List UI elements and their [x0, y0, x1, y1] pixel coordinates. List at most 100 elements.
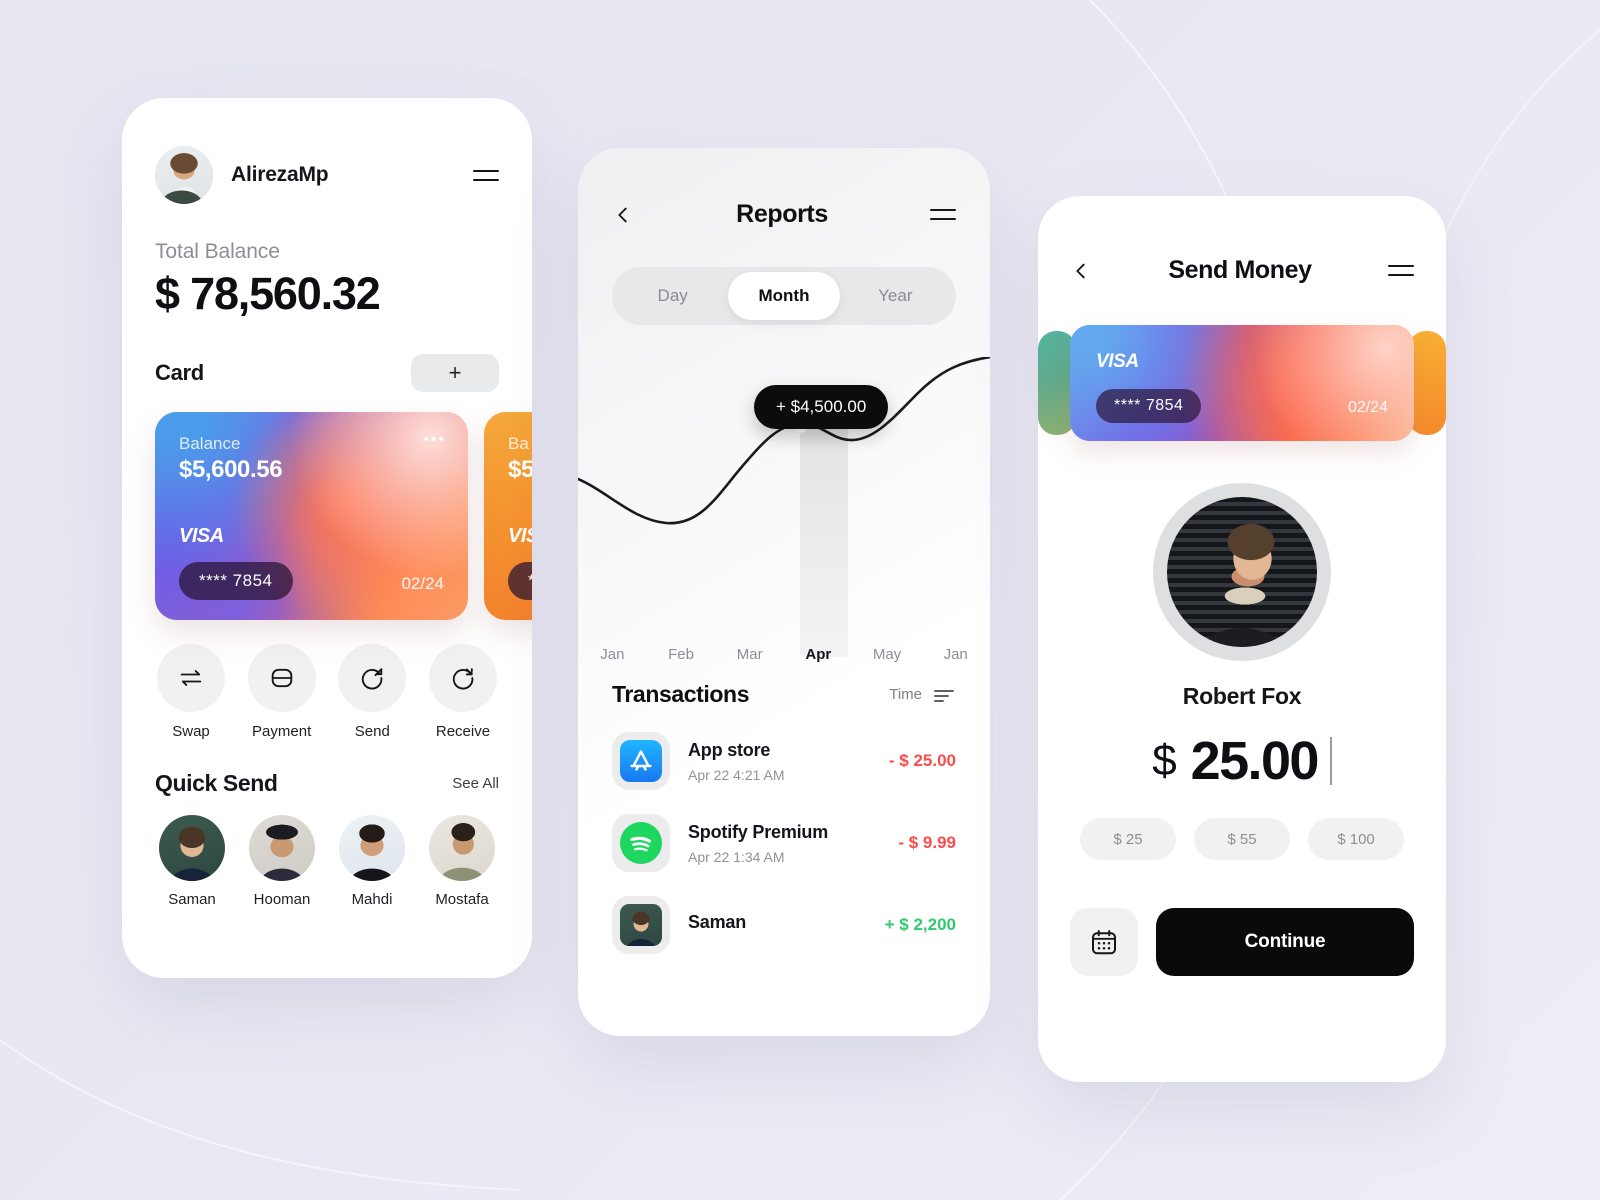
- send-header: Send Money: [1070, 196, 1414, 285]
- card-number: **** 7854: [1096, 389, 1202, 423]
- receive-arrow-icon: [428, 644, 497, 712]
- transaction-date: Apr 22 1:34 AM: [688, 848, 785, 865]
- quick-amount-chips: $ 25 $ 55 $ 100: [1070, 818, 1414, 860]
- chart-highlight-column: [800, 412, 848, 657]
- tab-month[interactable]: Month: [728, 272, 840, 320]
- contact-saman[interactable]: Saman: [155, 815, 229, 908]
- action-receive[interactable]: Receive: [427, 644, 499, 740]
- avatar[interactable]: [155, 146, 213, 204]
- card-section-header: Card +: [155, 354, 499, 392]
- action-swap[interactable]: Swap: [155, 644, 227, 740]
- quick-amount-25[interactable]: $ 25: [1080, 818, 1176, 860]
- card-expiry: 02/24: [1347, 399, 1388, 416]
- contact-name: Mostafa: [435, 891, 489, 908]
- page-title: Send Money: [1168, 256, 1312, 284]
- action-send[interactable]: Send: [336, 644, 408, 740]
- card-carousel[interactable]: Ba $5 VIS * Balance $5,600.56 ••• VISA *…: [122, 412, 532, 622]
- chart-tooltip: + $4,500.00: [754, 385, 889, 429]
- send-actions: Continue: [1070, 908, 1414, 976]
- send-card-carousel[interactable]: VISA **** 7854 02/24: [1038, 325, 1446, 441]
- action-label: Receive: [435, 723, 491, 740]
- transaction-name: App store: [688, 739, 771, 760]
- page-title: Reports: [736, 200, 828, 228]
- avatar: [429, 815, 495, 881]
- transaction-name: Spotify Premium: [688, 821, 829, 842]
- card-number: **** 7854: [179, 562, 293, 600]
- see-all-link[interactable]: See All: [452, 775, 499, 792]
- selected-card[interactable]: VISA **** 7854 02/24: [1070, 325, 1414, 441]
- chevron-left-icon[interactable]: [1070, 260, 1092, 282]
- credit-card-peek[interactable]: Ba $5 VIS *: [484, 412, 532, 620]
- calendar-button[interactable]: [1070, 908, 1138, 976]
- send-money-screen: Send Money VISA **** 7854 02/24 Robert F…: [1038, 196, 1446, 1082]
- contact-hooman[interactable]: Hooman: [245, 815, 319, 908]
- avatar: [159, 815, 225, 881]
- user-name: AlirezaMp: [231, 163, 329, 186]
- hamburger-icon[interactable]: [473, 168, 499, 183]
- total-balance-value: $ 78,560.32: [155, 268, 381, 319]
- transactions-title: Transactions: [612, 681, 750, 707]
- action-label: Payment: [252, 723, 312, 740]
- appstore-icon: [612, 732, 670, 790]
- action-payment[interactable]: Payment: [246, 644, 318, 740]
- x-tick: Feb: [668, 646, 694, 663]
- transaction-row[interactable]: Spotify Premium Apr 22 1:34 AM - $ 9.99: [612, 814, 956, 872]
- continue-button[interactable]: Continue: [1156, 908, 1414, 976]
- currency-symbol: $: [1152, 736, 1177, 785]
- card-balance-value: $5,600.56: [179, 456, 283, 483]
- sort-label: Time: [889, 686, 922, 703]
- contact-mostafa[interactable]: Mostafa: [425, 815, 499, 908]
- contact-name: Saman: [168, 891, 216, 908]
- tab-day[interactable]: Day: [617, 272, 728, 320]
- hamburger-icon[interactable]: [930, 207, 957, 222]
- card-icon: [247, 644, 316, 712]
- transaction-amount: + $ 2,200: [884, 915, 956, 934]
- quick-actions: Swap Payment Send Receive: [155, 644, 499, 740]
- quick-send-header: Quick Send See All: [155, 770, 499, 797]
- sort-lines-icon: [934, 689, 954, 702]
- transaction-name: Saman: [688, 911, 747, 932]
- tab-year[interactable]: Year: [840, 272, 951, 320]
- amount-input[interactable]: $ 25.00: [1070, 730, 1414, 792]
- transaction-amount: - $ 25.00: [888, 751, 956, 770]
- quick-send-contacts: Saman Hooman Mahdi Mostafa: [155, 815, 499, 908]
- x-tick: Mar: [736, 646, 763, 663]
- peek-balance: $5: [508, 456, 532, 483]
- contact-avatar-icon: [612, 896, 670, 954]
- send-arrow-icon: [338, 644, 407, 712]
- visa-logo: VISA: [1096, 351, 1139, 372]
- transaction-row[interactable]: Saman + $ 2,200: [612, 896, 956, 954]
- quick-amount-100[interactable]: $ 100: [1308, 818, 1404, 860]
- chevron-left-icon[interactable]: [612, 204, 634, 226]
- calendar-icon: [1092, 930, 1117, 955]
- reports-chart[interactable]: + $4,500.00 Jan Feb Mar Apr May Jan: [578, 357, 990, 663]
- action-label: Send: [354, 723, 390, 740]
- text-caret: [1329, 737, 1332, 785]
- amount-value: 25.00: [1190, 731, 1320, 791]
- contact-mahdi[interactable]: Mahdi: [335, 815, 409, 908]
- action-label: Swap: [172, 723, 210, 740]
- hamburger-icon[interactable]: [1388, 263, 1414, 278]
- contact-name: Mahdi: [351, 891, 393, 908]
- chart-line: [578, 357, 990, 525]
- add-card-button[interactable]: +: [411, 354, 499, 392]
- peek-balance-label: Ba: [508, 434, 529, 453]
- avatar[interactable]: [1167, 497, 1317, 647]
- home-header: AlirezaMp: [155, 98, 499, 204]
- credit-card-main[interactable]: Balance $5,600.56 ••• VISA **** 7854 02/…: [155, 412, 468, 620]
- card-balance-label: Balance: [179, 434, 241, 453]
- swap-arrows-icon: [157, 644, 225, 712]
- card-section-title: Card: [155, 360, 204, 385]
- recipient-avatar-wrap: [1070, 483, 1414, 661]
- spotify-icon: [612, 814, 670, 872]
- range-segmented-control: Day Month Year: [612, 267, 956, 325]
- transaction-date: Apr 22 4:21 AM: [688, 766, 785, 783]
- quick-amount-55[interactable]: $ 55: [1194, 818, 1290, 860]
- x-tick: Jan: [600, 646, 625, 663]
- x-tick-active: Apr: [805, 646, 832, 663]
- total-balance-label: Total Balance: [155, 240, 280, 263]
- transaction-row[interactable]: App store Apr 22 4:21 AM - $ 25.00: [612, 732, 956, 790]
- sort-control[interactable]: Time: [889, 686, 956, 703]
- visa-logo: VISA: [179, 525, 224, 547]
- transactions-header: Transactions Time: [612, 681, 956, 708]
